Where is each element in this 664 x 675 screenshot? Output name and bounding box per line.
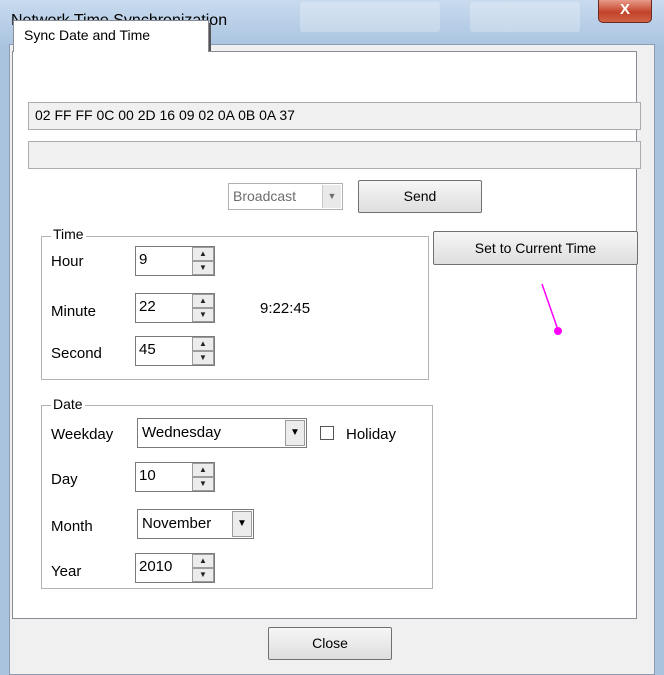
hour-value: 9: [139, 251, 148, 268]
spin-down-icon[interactable]: ▼: [192, 477, 214, 491]
hour-label: Hour: [51, 253, 84, 270]
set-current-time-label: Set to Current Time: [474, 240, 597, 256]
background-window-ghost: [470, 2, 580, 32]
weekday-select[interactable]: Wednesday ▼: [137, 418, 307, 448]
time-group-legend: Time: [51, 226, 86, 242]
send-button[interactable]: Send: [358, 180, 482, 213]
hex-output-text: 02 FF FF 0C 00 2D 16 09 02 0A 0B 0A 37: [35, 107, 295, 123]
send-label: Send: [403, 188, 437, 204]
dropdown-arrow-icon[interactable]: ▼: [232, 511, 252, 537]
set-current-time-button[interactable]: Set to Current Time: [433, 231, 638, 265]
annotation-marker: [541, 283, 562, 335]
day-label: Day: [51, 471, 78, 488]
spin-up-icon[interactable]: ▲: [192, 463, 214, 477]
minute-spinner[interactable]: 22 ▲ ▼: [135, 293, 215, 323]
holiday-label: Holiday: [346, 426, 397, 443]
day-spinner[interactable]: 10 ▲ ▼: [135, 462, 215, 492]
status-field[interactable]: [28, 141, 641, 169]
second-label: Second: [51, 345, 102, 362]
dropdown-arrow-icon: ▼: [322, 185, 341, 208]
broadcast-value: Broadcast: [233, 188, 297, 204]
second-spinner[interactable]: 45 ▲ ▼: [135, 336, 215, 366]
minute-label: Minute: [51, 303, 97, 320]
spin-down-icon[interactable]: ▼: [192, 568, 214, 582]
close-window-button[interactable]: X: [598, 0, 652, 23]
weekday-value: Wednesday: [142, 424, 221, 441]
tab-label: Sync Date and Time: [24, 27, 151, 43]
month-select[interactable]: November ▼: [137, 509, 254, 539]
spin-up-icon[interactable]: ▲: [192, 554, 214, 568]
spin-up-icon[interactable]: ▲: [192, 294, 214, 308]
broadcast-select[interactable]: Broadcast ▼: [228, 183, 343, 210]
spin-up-icon[interactable]: ▲: [192, 337, 214, 351]
year-value: 2010: [139, 558, 173, 575]
close-icon: X: [619, 1, 630, 18]
tab-edge: [209, 23, 211, 51]
spin-down-icon[interactable]: ▼: [192, 261, 214, 275]
day-value: 10: [139, 467, 156, 484]
month-value: November: [142, 515, 212, 532]
dropdown-arrow-icon[interactable]: ▼: [285, 420, 305, 446]
close-button[interactable]: Close: [268, 627, 392, 660]
year-label: Year: [51, 563, 82, 580]
second-value: 45: [139, 341, 156, 358]
holiday-checkbox[interactable]: [320, 426, 334, 440]
hour-spinner[interactable]: 9 ▲ ▼: [135, 246, 215, 276]
spin-up-icon[interactable]: ▲: [192, 247, 214, 261]
background-window-ghost: [300, 2, 440, 32]
spin-down-icon[interactable]: ▼: [192, 351, 214, 365]
time-display: 9:22:45: [260, 300, 311, 317]
close-label: Close: [312, 635, 348, 651]
spin-down-icon[interactable]: ▼: [192, 308, 214, 322]
minute-value: 22: [139, 298, 156, 315]
weekday-label: Weekday: [51, 426, 114, 443]
month-label: Month: [51, 518, 93, 535]
hex-output-field[interactable]: 02 FF FF 0C 00 2D 16 09 02 0A 0B 0A 37: [28, 102, 641, 130]
tab-sync-date-time[interactable]: Sync Date and Time: [13, 20, 211, 52]
date-group-legend: Date: [51, 396, 85, 412]
year-spinner[interactable]: 2010 ▲ ▼: [135, 553, 215, 583]
